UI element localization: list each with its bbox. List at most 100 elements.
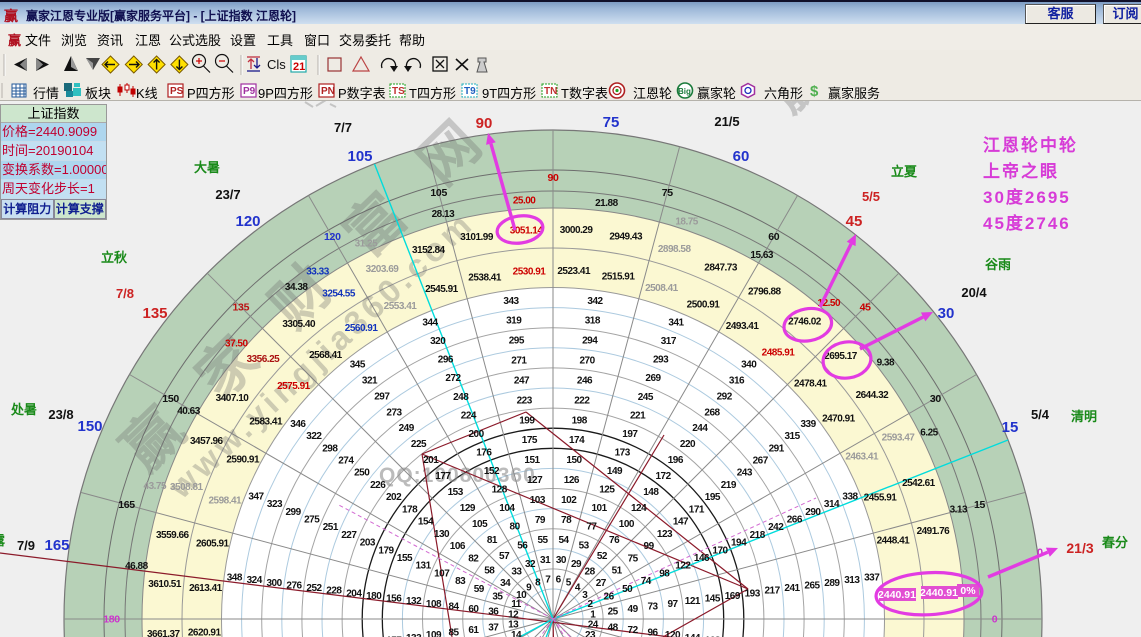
svg-text:197: 197 [622,429,638,440]
svg-text:345: 345 [350,359,366,370]
svg-text:172: 172 [656,471,672,482]
svg-text:60: 60 [733,148,750,165]
svg-text:5/5: 5/5 [862,189,880,204]
svg-text:346: 346 [290,419,306,430]
svg-text:156: 156 [386,594,402,605]
svg-text:120: 120 [324,231,341,243]
svg-text:春分: 春分 [1101,535,1128,550]
svg-text:105: 105 [347,148,372,165]
svg-text:251: 251 [323,522,339,533]
svg-text:2553.41: 2553.41 [384,301,418,312]
svg-text:267: 267 [753,456,769,467]
svg-text:2500.91: 2500.91 [687,299,721,310]
svg-text:106: 106 [450,541,466,552]
svg-text:170: 170 [712,545,728,556]
svg-text:3.13: 3.13 [950,504,968,515]
svg-text:QQ:100800360: QQ:100800360 [379,464,536,487]
svg-text:25.00: 25.00 [513,196,536,207]
svg-text:135: 135 [232,301,249,313]
svg-text:296: 296 [438,355,454,366]
svg-text:109: 109 [426,630,442,637]
svg-text:343: 343 [503,296,519,307]
svg-text:江恩轮中轮: 江恩轮中轮 [983,135,1078,155]
svg-text:196: 196 [668,455,684,466]
svg-text:2560.91: 2560.91 [345,323,379,334]
svg-text:132: 132 [406,596,422,607]
svg-text:297: 297 [374,391,390,402]
svg-text:TS: TS [392,86,405,97]
svg-text:96: 96 [647,628,658,637]
svg-text:247: 247 [514,376,530,387]
svg-text:135: 135 [142,305,167,322]
svg-text:48: 48 [608,622,619,633]
svg-text:222: 222 [574,395,590,406]
svg-text:221: 221 [630,410,646,421]
svg-text:90: 90 [547,172,559,184]
svg-text:7/7: 7/7 [334,120,352,135]
svg-text:2898.58: 2898.58 [658,244,692,255]
svg-text:276: 276 [286,580,302,591]
svg-text:P9: P9 [243,86,256,97]
svg-text:谷雨: 谷雨 [985,257,1011,272]
svg-text:120: 120 [235,213,260,230]
svg-text:78: 78 [561,515,572,526]
svg-text:57: 57 [499,551,510,562]
svg-text:TN: TN [544,86,557,97]
svg-text:2485.91: 2485.91 [762,348,796,359]
svg-text:125: 125 [599,485,615,496]
svg-text:36: 36 [488,607,499,618]
svg-text:45: 45 [860,301,872,313]
svg-text:2695.17: 2695.17 [824,351,858,362]
svg-text:324: 324 [247,575,263,586]
svg-text:2746.02: 2746.02 [788,316,822,327]
svg-text:60: 60 [468,604,479,615]
svg-text:98: 98 [659,568,670,579]
svg-text:155: 155 [397,553,413,564]
svg-text:2508.41: 2508.41 [645,283,679,294]
svg-text:338: 338 [842,492,858,503]
svg-text:46.88: 46.88 [125,561,148,572]
svg-text:75: 75 [628,553,639,564]
svg-text:248: 248 [453,392,469,403]
svg-text:204: 204 [346,588,362,599]
svg-text:45度2746: 45度2746 [983,213,1071,233]
svg-text:60: 60 [768,231,780,243]
svg-text:Cls: Cls [267,57,286,72]
svg-text:2598.41: 2598.41 [208,496,242,507]
svg-text:6.25: 6.25 [920,427,938,438]
svg-text:153: 153 [448,487,464,498]
svg-text:244: 244 [692,423,708,434]
svg-text:322: 322 [306,431,322,442]
svg-text:2538.41: 2538.41 [468,272,502,283]
svg-text:317: 317 [661,336,677,347]
svg-text:245: 245 [638,392,654,403]
svg-text:2478.41: 2478.41 [794,379,828,390]
svg-text:323: 323 [267,499,283,510]
svg-text:54: 54 [558,535,569,546]
svg-text:130: 130 [434,529,450,540]
svg-text:290: 290 [805,507,821,518]
svg-text:43.75: 43.75 [144,481,167,492]
svg-text:123: 123 [657,529,673,540]
svg-text:75: 75 [662,187,674,199]
svg-text:0: 0 [992,614,998,626]
svg-text:295: 295 [509,336,525,347]
svg-text:144: 144 [685,633,701,637]
svg-text:大暑: 大暑 [194,160,220,175]
svg-text:319: 319 [506,316,522,327]
svg-text:275: 275 [304,515,320,526]
svg-text:2575.91: 2575.91 [277,381,311,392]
svg-text:0%: 0% [960,585,976,597]
svg-text:133: 133 [406,633,422,637]
svg-text:145: 145 [705,594,721,605]
svg-text:55: 55 [537,535,548,546]
svg-text:PS: PS [170,86,184,97]
svg-text:107: 107 [434,568,450,579]
svg-text:90: 90 [476,115,493,132]
svg-text:74: 74 [641,576,652,587]
svg-text:2593.47: 2593.47 [882,433,916,444]
svg-text:PN: PN [321,86,335,97]
svg-text:341: 341 [668,318,684,329]
svg-text:21: 21 [293,61,305,73]
svg-text:252: 252 [306,583,322,594]
